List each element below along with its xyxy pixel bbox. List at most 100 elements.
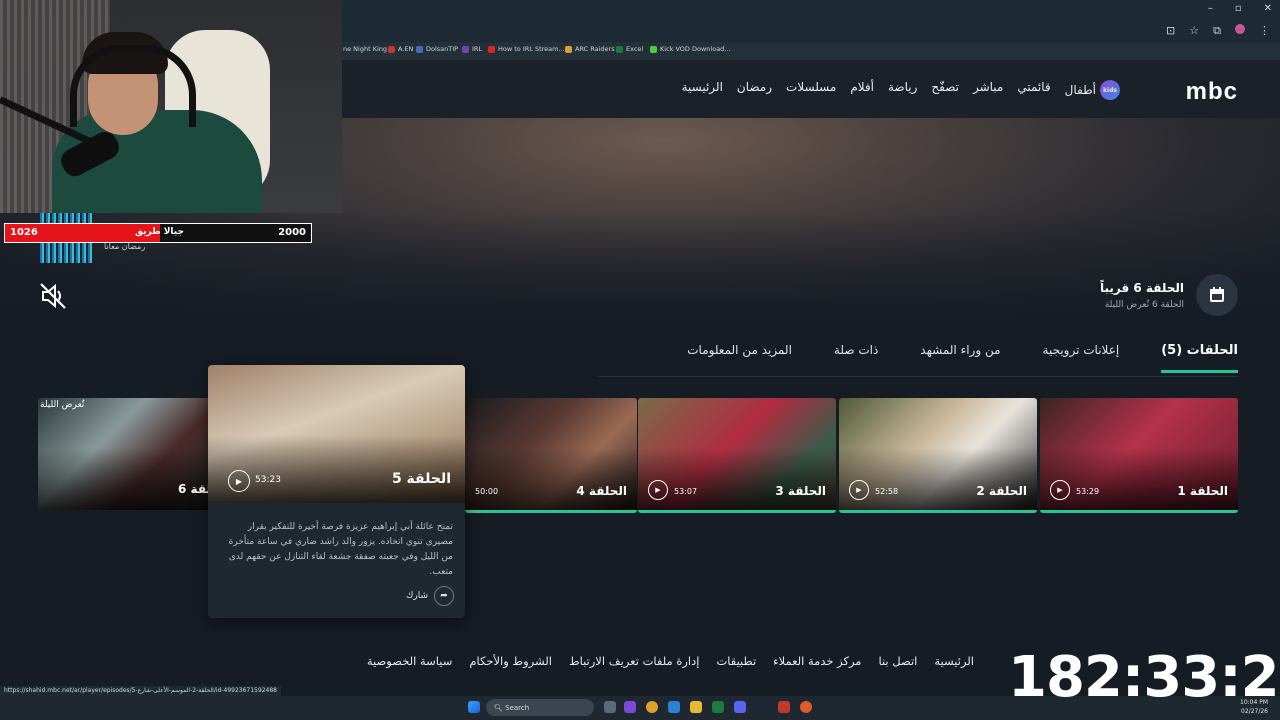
episode-preview-popup[interactable]: الحلقة 5 ▶ 53:23 تمنح عائلة أبي إبراهيم … (208, 365, 465, 618)
card-shade (38, 448, 236, 510)
episode-title: الحلقة 1 (1177, 484, 1228, 498)
tab-related[interactable]: ذات صلة (834, 343, 878, 373)
goal-current: 1026 (10, 227, 38, 238)
episode-card[interactable]: الحلقة 2 ▶ 52:58 (839, 398, 1037, 513)
card-shade (465, 448, 637, 510)
bookmark-label: Excel (626, 45, 644, 53)
play-icon[interactable]: ▶ (648, 480, 668, 500)
card-shade (638, 448, 836, 510)
app-icon[interactable] (624, 701, 636, 713)
nav-kids-label: أطفال (1064, 83, 1096, 97)
taskbar-search[interactable]: 🔍︎ Search (486, 699, 594, 716)
upcoming-episode-card[interactable]: الحلقة 6 (38, 398, 236, 510)
mail-icon[interactable] (668, 701, 680, 713)
goal-title: جيالا طريق (135, 227, 184, 237)
star-icon[interactable]: ☆ (1189, 24, 1199, 38)
app-icon[interactable] (778, 701, 790, 713)
play-icon[interactable]: ▶ (849, 480, 869, 500)
tab-more-info[interactable]: المزيد من المعلومات (687, 343, 792, 373)
tabs-divider (598, 376, 1238, 377)
card-shade (839, 448, 1037, 510)
cast-icon[interactable]: ⊡ (1166, 24, 1175, 38)
bookmark-icon (416, 45, 423, 53)
footer-cookies[interactable]: إدارة ملفات تعريف الارتباط (569, 654, 700, 668)
card-shade (208, 435, 465, 503)
webcam-overlay (0, 0, 342, 213)
play-icon[interactable]: ▶ (228, 470, 250, 492)
play-icon[interactable]: ▶ (1050, 480, 1070, 500)
nav-series[interactable]: مسلسلات (786, 80, 836, 100)
task-view-icon[interactable] (604, 701, 616, 713)
site-footer: الرئيسية اتصل بنا مركز خدمة العملاء تطبي… (367, 654, 974, 668)
obs-icon[interactable] (800, 701, 812, 713)
goal-progress-bar: 1026 جيالا طريق 2000 (4, 223, 312, 243)
browser-toolbar-icons: ⊡ ☆ ⧉ ⋮ (1166, 24, 1270, 38)
bookmark-item[interactable]: Excel (616, 45, 643, 53)
episode-description: تمنح عائلة أبي إبراهيم عزيزة فرصة أخيرة … (228, 522, 453, 577)
episode-card[interactable]: الحلقة 4 50:00 (465, 398, 637, 513)
bookmark-item[interactable]: IRL (462, 45, 482, 53)
bookmark-item[interactable]: ARC Raiders (565, 45, 615, 53)
bookmark-icon (565, 45, 572, 53)
episode-duration: 53:07 (674, 487, 698, 496)
calendar-icon (1210, 287, 1224, 302)
tab-promos[interactable]: إعلانات ترويجية (1043, 343, 1120, 373)
tab-episodes[interactable]: الحلقات (5) (1161, 343, 1238, 373)
discord-icon[interactable] (734, 701, 746, 713)
coming-subtitle: الحلقة 6 تُعرض الليلة (1104, 299, 1184, 310)
excel-icon (616, 45, 623, 53)
bookmark-item[interactable]: DolsanTIP (416, 45, 458, 53)
footer-privacy[interactable]: سياسة الخصوصية (367, 654, 453, 668)
close-icon[interactable]: ✕ (1264, 3, 1272, 14)
share-label: شارك (406, 591, 429, 601)
episode-title: الحلقة 4 (576, 484, 627, 498)
extensions-icon[interactable]: ⧉ (1213, 24, 1221, 38)
windows-start-icon[interactable] (468, 701, 480, 713)
footer-terms[interactable]: الشروط والأحكام (469, 654, 552, 668)
mbc-logo[interactable]: mbc (1186, 78, 1238, 106)
nav-ramadan[interactable]: رمضان (737, 80, 772, 100)
search-label: Search (505, 703, 530, 712)
airs-tonight-badge: تُعرض الليلة (40, 400, 85, 410)
footer-apps[interactable]: تطبيقات (716, 654, 756, 668)
bookmark-item[interactable]: A.EN (388, 45, 413, 53)
footer-home[interactable]: الرئيسية (934, 654, 974, 668)
episode-duration: 53:23 (255, 475, 281, 485)
menu-icon[interactable]: ⋮ (1259, 24, 1270, 38)
episode-duration: 52:58 (875, 487, 899, 496)
mute-button[interactable] (38, 281, 68, 315)
bookmark-item[interactable]: Kick VOD Download... (650, 45, 731, 53)
maximize-icon[interactable]: ▫ (1235, 3, 1242, 14)
excel-icon[interactable] (712, 701, 724, 713)
goal-target: 2000 (278, 227, 306, 238)
nav-movies[interactable]: أفلام (850, 80, 874, 100)
status-url: https://shahid.mbc.net/ar/player/episode… (0, 686, 281, 698)
kick-icon (650, 45, 657, 53)
bookmark-label: IRL (472, 45, 483, 53)
nav-live[interactable]: مباشر (973, 80, 1003, 100)
nav-sports[interactable]: رياضة (888, 80, 917, 100)
chrome-icon[interactable] (646, 701, 658, 713)
nav-my-list[interactable]: قائمتي (1017, 80, 1050, 100)
search-icon: 🔍︎ (494, 703, 503, 712)
reminder-button[interactable] (1196, 274, 1238, 316)
episode-card[interactable]: الحلقة 1 ▶ 53:29 (1040, 398, 1238, 513)
nav-browse[interactable]: تصفّح (931, 80, 959, 100)
minimize-icon[interactable]: – (1208, 3, 1213, 14)
file-explorer-icon[interactable] (690, 701, 702, 713)
nav-kids[interactable]: kids أطفال (1065, 80, 1120, 100)
bookmark-label: A.EN (398, 45, 414, 53)
footer-contact[interactable]: اتصل بنا (878, 654, 917, 668)
profile-icon[interactable] (1235, 24, 1245, 34)
mute-icon (40, 283, 66, 309)
tab-behind-scenes[interactable]: من وراء المشهد (920, 343, 1000, 373)
bookmark-item[interactable]: How to IRL Stream... (488, 45, 565, 53)
footer-customer-service[interactable]: مركز خدمة العملاء (773, 654, 861, 668)
steam-icon[interactable] (756, 701, 768, 713)
nav-home[interactable]: الرئيسية (682, 80, 723, 100)
coming-title: الحلقة 6 قريباً (1099, 280, 1184, 295)
share-button[interactable]: شارك ➦ (406, 586, 455, 606)
episode-card[interactable]: الحلقة 3 ▶ 53:07 (638, 398, 836, 513)
bookmark-item[interactable]: ne Night King (343, 45, 387, 53)
bookmark-label: DolsanTIP (426, 45, 459, 53)
